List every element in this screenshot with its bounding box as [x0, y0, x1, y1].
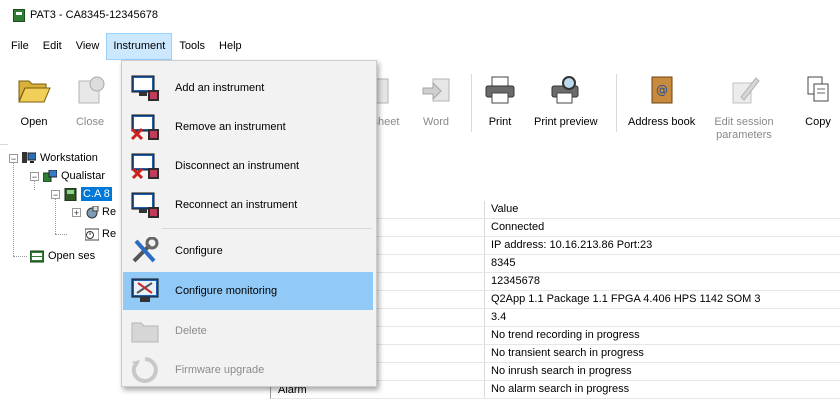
menu-item-add-instrument[interactable]: Add an instrument [123, 69, 373, 107]
qualistar-icon [42, 169, 58, 183]
configure-tools-icon [129, 235, 161, 267]
workstation-icon [22, 152, 37, 164]
copy-icon [800, 72, 836, 108]
menu-instrument[interactable]: Instrument [106, 33, 173, 60]
remove-instrument-icon [129, 111, 161, 143]
menu-separator [162, 228, 372, 229]
print-button[interactable]: Print [482, 72, 518, 129]
menu-item-label: Add an instrument [175, 82, 265, 94]
open-button[interactable]: Open [16, 72, 52, 129]
row-value: No alarm search in progress [484, 381, 840, 398]
row-value: No inrush search in progress [484, 363, 840, 380]
menu-item-configure[interactable]: Configure [123, 232, 373, 270]
svg-text:@: @ [656, 83, 668, 97]
row-value: 12345678 [484, 273, 840, 290]
tree-node-label: Re [102, 206, 117, 218]
close-button-label: Close [75, 116, 105, 128]
session-icon [29, 250, 45, 263]
close-button[interactable]: Close [72, 72, 108, 129]
word-export-icon [418, 72, 454, 108]
edit-session-parameters-button[interactable]: Edit session parameters [712, 72, 776, 142]
menu-item-remove-instrument[interactable]: Remove an instrument [123, 108, 373, 146]
address-book-button[interactable]: @ Address book [628, 72, 695, 129]
toolbar-separator [616, 74, 617, 132]
row-value: 3.4 [484, 309, 840, 326]
edit-session-button-label: Edit session parameters [714, 116, 774, 141]
window-title: PAT3 - CA8345-12345678 [30, 9, 159, 21]
open-button-label: Open [20, 116, 48, 128]
menu-help[interactable]: Help [212, 33, 249, 60]
address-book-button-label: Address book [628, 116, 696, 128]
row-value: Connected [484, 219, 840, 236]
add-instrument-icon [129, 72, 161, 104]
disconnect-instrument-icon [129, 150, 161, 182]
menu-item-label: Configure monitoring [175, 285, 278, 297]
copy-button-label: Copy [805, 116, 831, 128]
menu-item-label: Remove an instrument [175, 121, 286, 133]
tree-node-label: Workstation [40, 152, 98, 164]
instrument-menu-dropdown: Add an instrument Remove an instrument D… [121, 60, 377, 387]
tree-node-label: Re [102, 228, 117, 240]
row-value: 8345 [484, 255, 840, 272]
collapse-toggle[interactable]: − [9, 153, 18, 163]
tree-node-open-session[interactable]: Open ses [29, 247, 96, 265]
toolbar-separator [471, 74, 472, 132]
menu-item-label: Disconnect an instrument [175, 160, 300, 172]
app-icon [13, 8, 25, 22]
close-document-icon [72, 72, 108, 108]
tree-connector [13, 158, 14, 256]
collapse-toggle[interactable]: − [30, 171, 39, 181]
tree-node-label-selected: C.A 8 [81, 187, 112, 201]
tree-node-trend[interactable]: Re [84, 225, 117, 243]
menu-item-label: Reconnect an instrument [175, 199, 298, 211]
menu-tools[interactable]: Tools [172, 33, 212, 60]
row-value: IP address: 10.16.213.86 Port:23 [484, 237, 840, 254]
menu-item-disconnect-instrument[interactable]: Disconnect an instrument [123, 147, 373, 185]
firmware-upgrade-icon [129, 354, 161, 386]
menu-item-reconnect-instrument[interactable]: Reconnect an instrument [123, 186, 373, 224]
row-value: No transient search in progress [484, 345, 840, 362]
menu-item-label: Configure [175, 245, 223, 257]
trend-icon [84, 228, 100, 241]
instrument-icon [64, 187, 78, 201]
printer-icon [482, 72, 518, 108]
collapse-toggle[interactable]: − [51, 189, 60, 199]
tree-node-qualistar[interactable]: − Qualistar [30, 167, 105, 185]
menu-item-label: Firmware upgrade [175, 364, 265, 376]
grid-header-value: Value [484, 201, 840, 218]
print-preview-button-label: Print preview [534, 116, 598, 128]
tree-node-workstation[interactable]: − Workstation [9, 149, 98, 167]
folder-open-icon [16, 72, 52, 108]
edit-session-icon [726, 72, 762, 108]
print-button-label: Print [488, 116, 512, 128]
word-button[interactable]: Word [418, 72, 454, 129]
menu-bar: File Edit View Instrument Tools Help [0, 33, 840, 60]
row-value: No trend recording in progress [484, 327, 840, 344]
menu-item-firmware-upgrade[interactable]: Firmware upgrade [123, 351, 373, 389]
word-button-label: Word [422, 116, 450, 128]
print-preview-icon [548, 72, 584, 108]
copy-button[interactable]: Copy [800, 72, 836, 129]
reconnect-instrument-icon [129, 189, 161, 221]
tree-connector [55, 234, 67, 235]
row-value: Q2App 1.1 Package 1.1 FPGA 4.406 HPS 114… [484, 291, 840, 308]
tree-connector [13, 256, 27, 257]
menu-edit[interactable]: Edit [36, 33, 69, 60]
menu-file[interactable]: File [4, 33, 36, 60]
menu-item-delete[interactable]: Delete [123, 312, 373, 350]
expand-toggle[interactable]: + [72, 207, 81, 217]
menu-item-label: Delete [175, 325, 207, 337]
menu-view[interactable]: View [69, 33, 107, 60]
address-book-icon: @ [644, 72, 680, 108]
tree-node-recording[interactable]: + Re [72, 203, 116, 221]
delete-folder-icon [129, 315, 161, 347]
tree-node-label: Open ses [48, 250, 96, 262]
menu-item-configure-monitoring[interactable]: Configure monitoring [123, 272, 373, 310]
recording-icon [85, 205, 99, 219]
tree-node-instrument[interactable]: − C.A 8 [51, 185, 112, 203]
tree-node-label: Qualistar [61, 170, 106, 182]
configure-monitoring-icon [129, 275, 161, 307]
print-preview-button[interactable]: Print preview [534, 72, 598, 129]
title-bar: PAT3 - CA8345-12345678 [0, 0, 840, 30]
